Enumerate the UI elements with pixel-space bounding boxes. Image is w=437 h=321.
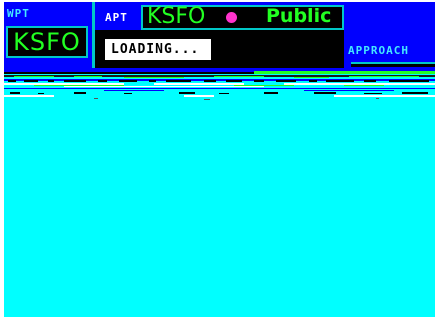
airport-page-tag: APT bbox=[105, 11, 128, 24]
airport-identifier-field[interactable]: KSFO Public bbox=[141, 4, 344, 30]
airport-identifier: KSFO bbox=[147, 4, 206, 29]
approach-label[interactable]: APPROACH bbox=[348, 44, 409, 57]
waypoint-page-tag: WPT bbox=[7, 7, 30, 20]
airport-usage: Public bbox=[266, 5, 332, 27]
loading-status: LOADING... bbox=[105, 39, 211, 60]
waypoint-identifier-field[interactable]: KSFO bbox=[6, 26, 88, 58]
noise-graphic bbox=[4, 68, 435, 100]
gps-display: WPT KSFO APT KSFO Public LOADING... APPR… bbox=[4, 2, 435, 317]
display-noise-band bbox=[4, 68, 435, 104]
approach-field bbox=[351, 62, 435, 67]
airport-header: APT KSFO Public bbox=[95, 2, 344, 30]
airport-symbol-icon bbox=[226, 12, 237, 23]
